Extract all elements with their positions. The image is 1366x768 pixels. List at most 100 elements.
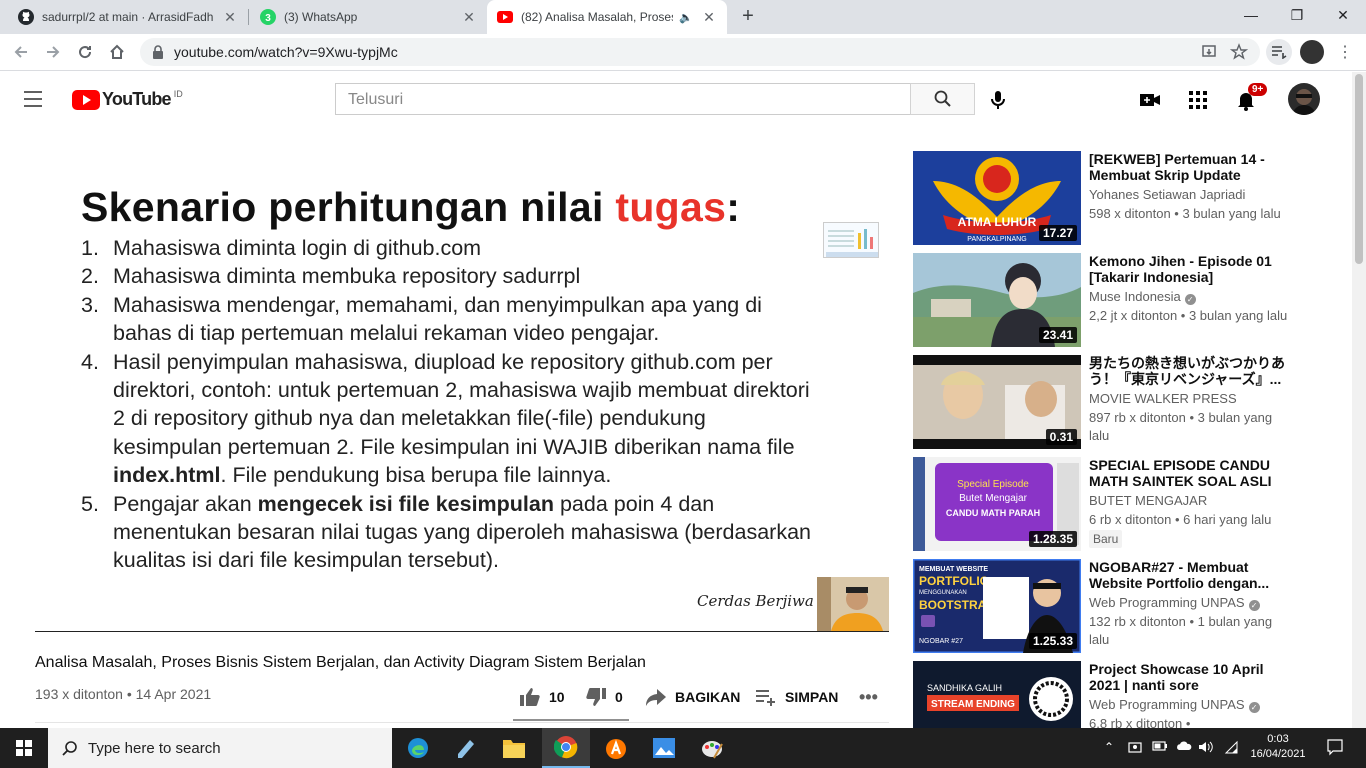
related-video[interactable]: ATMA LUHUR PANGKALPINANG 17.27 [REKWEB] P… [913,151,1333,245]
share-icon [646,689,666,706]
tab-whatsapp[interactable]: 3 (3) WhatsApp ✕ [250,0,487,34]
related-title[interactable]: SPECIAL EPISODE CANDU MATH SAINTEK SOAL … [1089,457,1294,489]
search-button[interactable] [910,83,975,115]
onedrive-icon[interactable] [1176,740,1192,755]
scrollbar-thumb[interactable] [1355,74,1363,264]
install-icon[interactable] [1200,43,1218,61]
microphone-icon[interactable] [986,88,1010,112]
more-options-icon[interactable]: ••• [859,687,878,708]
start-button[interactable] [0,728,48,768]
video-thumbnail[interactable]: SANDHIKA GALIH STREAM ENDING [913,661,1081,728]
video-thumbnail[interactable]: 23.41 [913,253,1081,347]
verified-icon: ✓ [1248,600,1260,611]
address-bar[interactable]: youtube.com/watch?v=9Xwu-typjMc [140,38,1260,66]
tab-youtube[interactable]: (82) Analisa Masalah, Proses 🔈 ✕ [487,0,727,34]
pen-app-icon[interactable] [442,732,490,764]
close-icon[interactable]: ✕ [222,9,238,25]
related-channel: Web Programming UNPAS ✓ [1089,697,1260,713]
speaker-icon[interactable]: 🔈 [679,11,693,24]
taskbar-clock[interactable]: 0:03 16/04/2021 [1250,732,1306,762]
video-thumbnail[interactable]: MEMBUAT WEBSITE PORTFOLIO MENGGUNAKAN BOOTS… [913,559,1081,653]
related-title[interactable]: Kemono Jihen - Episode 01 [Takarir Indon… [1089,253,1294,285]
svg-text:NGOBAR #27: NGOBAR #27 [919,638,963,645]
related-meta: 897 rb x ditonton • 3 bulan yang lalu [1089,410,1273,443]
related-channel: BUTET MENGAJAR [1089,493,1208,508]
verified-icon: ✓ [1248,702,1260,713]
avatar[interactable] [1288,83,1320,115]
close-window-button[interactable]: ✕ [1320,0,1366,30]
notification-center-icon[interactable] [1326,738,1344,759]
create-video-icon[interactable] [1138,88,1162,112]
svg-text:MEMBUAT WEBSITE: MEMBUAT WEBSITE [919,566,988,573]
tab-title: sadurrpl/2 at main · ArrasidFadhl [42,10,214,24]
windows-logo-icon [16,740,32,756]
volume-icon[interactable] [1198,740,1214,757]
apps-grid-icon[interactable] [1186,88,1210,112]
tab-title: (82) Analisa Masalah, Proses [521,10,674,24]
svg-text:CANDU MATH PARAH: CANDU MATH PARAH [946,508,1040,518]
minimize-button[interactable]: — [1228,0,1274,30]
profile-avatar[interactable] [1300,40,1324,64]
edge-icon[interactable] [394,732,442,764]
related-title[interactable]: Project Showcase 10 April 2021 | nanti s… [1089,661,1294,693]
maximize-button[interactable]: ❐ [1274,0,1320,30]
taskbar-search-input[interactable]: Type here to search [48,728,392,768]
slide-signature: Cerdas Berjiwa [697,592,814,610]
dislike-button[interactable]: 0 [585,687,623,707]
related-video[interactable]: MEMBUAT WEBSITE PORTFOLIO MENGGUNAKAN BOOTS… [913,559,1333,653]
related-video[interactable]: Special Episode Butet Mengajar CANDU MATH … [913,457,1333,551]
youtube-header: YouTube ID Telusuri 9+ [0,72,1352,128]
video-duration: 23.41 [1038,327,1077,343]
video-thumbnail[interactable]: 0.31 [913,355,1081,449]
svg-text:Butet Mengajar: Butet Mengajar [959,493,1027,504]
video-duration: 0.31 [1045,429,1077,445]
thumbs-down-icon [586,688,606,706]
related-title[interactable]: 男たちの熱き想いがぶつかりあう！『東京リベンジャーズ』... [1089,355,1294,387]
menu-icon[interactable] [24,91,48,109]
back-button[interactable] [8,39,34,65]
youtube-logo[interactable]: YouTube ID [72,89,183,110]
search-input[interactable]: Telusuri [335,83,911,115]
menu-button[interactable]: ⋮ [1332,39,1358,65]
slide-list: 1. Mahasiswa diminta login di github.com … [81,234,811,575]
close-icon[interactable]: ✕ [701,9,717,25]
svg-text:PORTFOLIO: PORTFOLIO [919,574,989,588]
forward-button[interactable] [40,39,66,65]
related-video[interactable]: 0.31 男たちの熱き想いがぶつかりあう！『東京リベンジャーズ』... MOVI… [913,355,1333,449]
chevron-up-icon[interactable]: ⌃ [1104,740,1114,754]
related-title[interactable]: NGOBAR#27 - Membuat Website Portfolio de… [1089,559,1294,591]
save-button[interactable]: SIMPAN [755,687,838,707]
video-meta: 193 x ditonton • 14 Apr 2021 [35,686,212,702]
reload-icon [79,46,92,59]
like-button[interactable]: 10 [519,687,565,707]
close-icon[interactable]: ✕ [461,9,477,25]
related-title[interactable]: [REKWEB] Pertemuan 14 - Membuat Skrip Up… [1089,151,1294,183]
share-button[interactable]: BAGIKAN [645,687,740,707]
meet-now-icon[interactable] [1128,740,1142,757]
photos-icon[interactable] [640,732,688,764]
reload-button[interactable] [72,39,98,65]
file-explorer-icon[interactable] [490,732,538,764]
related-video[interactable]: 23.41 Kemono Jihen - Episode 01 [Takarir… [913,253,1333,347]
related-video[interactable]: SANDHIKA GALIH STREAM ENDING Project Show… [913,661,1333,728]
battery-icon[interactable] [1152,740,1168,755]
video-player[interactable]: Skenario perhitungan nilai tugas: 1. Maha… [35,152,889,632]
windows-taskbar: Type here to search ⌃ 0:03 16/04/2021 [0,728,1366,768]
svg-text:ATMA LUHUR: ATMA LUHUR [958,215,1037,229]
chrome-icon[interactable] [542,728,590,768]
media-control-button[interactable] [1266,39,1292,65]
video-thumbnail[interactable]: Special Episode Butet Mengajar CANDU MATH … [913,457,1081,551]
star-icon[interactable] [1230,43,1248,61]
avast-icon[interactable] [592,732,640,764]
page-scrollbar[interactable] [1352,72,1366,728]
related-channel: Web Programming UNPAS ✓ [1089,595,1260,611]
new-tab-button[interactable]: + [736,5,760,29]
video-duration: 17.27 [1038,225,1077,241]
notification-count-badge: 9+ [1248,83,1268,96]
home-button[interactable] [104,39,130,65]
video-thumbnail[interactable]: ATMA LUHUR PANGKALPINANG 17.27 [913,151,1081,245]
paint-icon[interactable] [688,732,736,764]
network-icon[interactable] [1224,740,1240,757]
tab-github[interactable]: sadurrpl/2 at main · ArrasidFadhl ✕ [8,0,248,34]
related-meta: 132 rb x ditonton • 1 bulan yang lalu [1089,614,1273,647]
